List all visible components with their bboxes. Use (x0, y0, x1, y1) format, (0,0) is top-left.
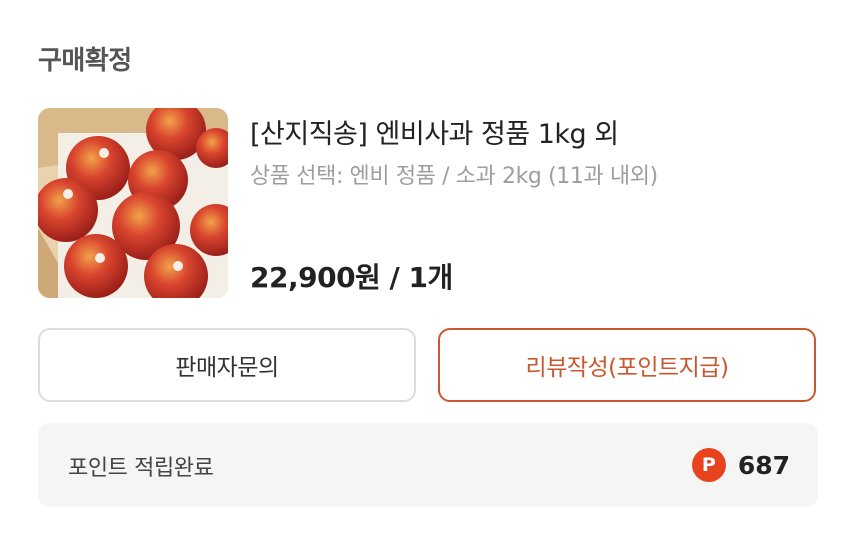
write-review-button[interactable]: 리뷰작성(포인트지급) (438, 328, 816, 402)
apple-box-photo-icon (38, 108, 228, 298)
contact-seller-button[interactable]: 판매자문의 (38, 328, 416, 402)
points-label: 포인트 적립완료 (68, 456, 214, 481)
product-price: 22,900원 / 1개 (250, 261, 453, 294)
write-review-label: 리뷰작성(포인트지급) (525, 355, 729, 381)
product-option: 상품 선택: 엔비 정품 / 소과 2kg (11과 내외) (250, 164, 658, 189)
points-amount: P 687 (691, 448, 790, 482)
point-coin-icon: P (691, 448, 726, 482)
order-status-title: 구매확정 (38, 46, 132, 76)
points-summary: 포인트 적립완료 P 687 (38, 423, 818, 507)
points-value: 687 (737, 450, 790, 480)
contact-seller-label: 판매자문의 (175, 355, 279, 381)
product-image[interactable] (38, 108, 228, 298)
product-name[interactable]: [산지직송] 엔비사과 정품 1kg 외 (250, 112, 619, 151)
